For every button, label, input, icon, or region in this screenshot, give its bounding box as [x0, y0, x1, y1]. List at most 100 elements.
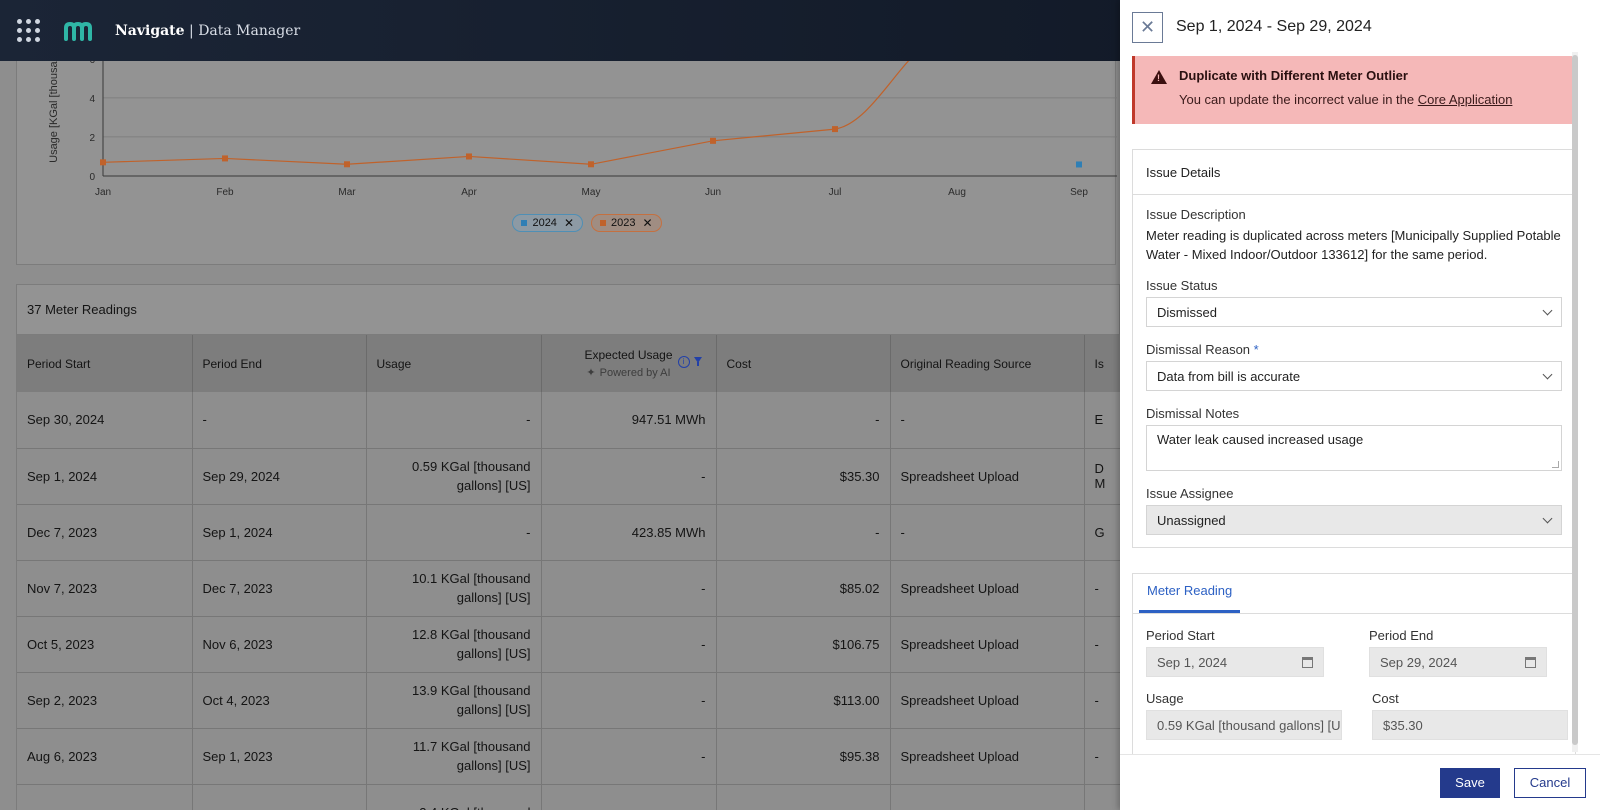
brand-logo[interactable] — [63, 19, 93, 43]
table-cell: - — [541, 448, 717, 505]
table-cell: - — [541, 560, 717, 617]
data-point-2023 — [222, 155, 228, 162]
close-icon: ✕ — [1139, 16, 1156, 37]
issue-assignee-select[interactable]: Unassigned — [1146, 505, 1562, 535]
issue-details-section: Issue Details Issue Description Meter re… — [1132, 149, 1576, 548]
issue-status-select[interactable]: Dismissed — [1146, 297, 1562, 327]
table-cell: Aug 6, 2023 — [17, 728, 193, 785]
app-launcher-icon[interactable] — [17, 18, 41, 43]
table-cell: Oct 5, 2023 — [17, 616, 193, 673]
table-row[interactable]: Aug 6, 2023 Sep 1, 2023 11.7 KGal [thousan… — [17, 728, 1120, 785]
drawer-scrollbar[interactable] — [1572, 52, 1578, 752]
column-header-5[interactable]: Original Reading Source — [890, 335, 1085, 392]
remove-series-icon[interactable]: ✕ — [642, 216, 652, 230]
table-cell: $106.75 — [716, 616, 891, 673]
column-header-3[interactable]: Expected Usage ✦ Powered by AI i — [541, 335, 717, 392]
legend-chip-2024[interactable]: 2024 ✕ — [512, 214, 583, 232]
calendar-icon[interactable] — [1525, 656, 1536, 668]
column-header-2[interactable]: Usage — [366, 335, 542, 392]
data-point-2023 — [100, 159, 106, 166]
filter-icon[interactable] — [693, 357, 702, 366]
core-application-link[interactable]: Core Application — [1418, 92, 1513, 107]
table-row[interactable]: Dec 7, 2023 Sep 1, 2024-423.85 MWh - - G — [17, 504, 1120, 561]
period-end-label: Period End — [1369, 628, 1434, 643]
column-header-4[interactable]: Cost — [716, 335, 891, 392]
table-cell: 2.4 KGal [thousand — [366, 784, 542, 810]
issue-description: Meter reading is duplicated across meter… — [1146, 228, 1561, 262]
issue-description-label: Issue Description — [1146, 207, 1246, 222]
table-row[interactable]: Sep 1, 2024 Sep 29, 2024 0.59 KGal [thousa… — [17, 448, 1120, 505]
table-cell: 12.8 KGal [thousand gallons] [US] — [366, 616, 542, 673]
cost-input[interactable]: $35.30 — [1372, 710, 1568, 740]
issue-assignee-label: Issue Assignee — [1146, 486, 1234, 501]
legend-chip-2023[interactable]: 2023 ✕ — [591, 214, 662, 232]
table-cell: E — [1084, 392, 1120, 449]
table-cell: 0.59 KGal [thousand gallons] [US] — [366, 448, 542, 505]
meter-readings-table-card: 37 Meter Readings Period Start Period End… — [16, 284, 1120, 810]
table-title: 37 Meter Readings — [17, 285, 1119, 335]
period-start-input[interactable]: Sep 1, 2024 — [1146, 647, 1324, 677]
table-row[interactable]: Nov 7, 2023 Dec 7, 2023 10.1 KGal [thousan… — [17, 560, 1120, 617]
x-tick-label: Jun — [705, 187, 721, 198]
x-tick-label: Mar — [338, 187, 356, 198]
close-drawer-button[interactable]: ✕ — [1132, 11, 1163, 43]
legend-label: 2023 — [611, 217, 636, 229]
table-cell — [890, 784, 1085, 810]
data-point-2023 — [344, 161, 350, 168]
table-cell: - — [890, 392, 1085, 449]
tab-meter-reading[interactable]: Meter Reading — [1139, 583, 1241, 613]
x-tick-label: Apr — [461, 187, 477, 198]
chevron-down-icon — [1542, 305, 1553, 315]
column-header-0[interactable]: Period Start — [17, 335, 193, 392]
table-cell: - — [541, 616, 717, 673]
cost-label: Cost — [1372, 691, 1399, 706]
calendar-icon[interactable] — [1302, 656, 1313, 668]
alert-text: You can update the incorrect value in th… — [1179, 92, 1513, 107]
period-start-label: Period Start — [1146, 628, 1215, 643]
table-row[interactable]: Sep 2, 2023 Oct 4, 2023 13.9 KGal [thousan… — [17, 672, 1120, 729]
column-header-6[interactable]: Is — [1084, 335, 1120, 392]
table-cell — [1084, 784, 1120, 810]
meter-readings-table: Period Start Period End Usage Expected Usag… — [17, 335, 1120, 810]
table-cell: Dec 7, 2023 — [17, 504, 193, 561]
y-tick-label: 6 — [89, 61, 95, 66]
save-button[interactable]: Save — [1440, 767, 1500, 798]
dismissal-notes-label: Dismissal Notes — [1146, 406, 1240, 421]
remove-series-icon[interactable]: ✕ — [564, 216, 574, 230]
outlier-alert: Duplicate with Different Meter Outlier Y… — [1132, 56, 1576, 124]
issue-drawer: ✕ Sep 1, 2024 - Sep 29, 2024 Duplicate w… — [1120, 0, 1600, 810]
usage-input[interactable]: 0.59 KGal [thousand gallons] [US] — [1146, 710, 1342, 740]
table-row[interactable]: Sep 30, 2024- -947.51 MWh - - E — [17, 392, 1120, 449]
table-cell: - — [541, 728, 717, 785]
table-cell: - — [716, 504, 891, 561]
table-row[interactable]: Oct 5, 2023 Nov 6, 2023 12.8 KGal [thousan… — [17, 616, 1120, 673]
table-cell: Sep 1, 2023 — [192, 728, 367, 785]
usage-label: Usage — [1146, 691, 1184, 706]
table-cell: $35.30 — [716, 448, 891, 505]
y-axis-label: Usage [KGal [thousand — [48, 61, 60, 163]
table-cell: - — [1084, 560, 1120, 617]
dismissal-reason-label: Dismissal Reason * — [1146, 342, 1259, 357]
data-point-2023 — [466, 153, 472, 160]
info-icon[interactable]: i — [677, 356, 690, 368]
period-end-input[interactable]: Sep 29, 2024 — [1369, 647, 1547, 677]
table-cell — [192, 784, 367, 810]
chart-legend: 2024 ✕ 2023 ✕ — [17, 214, 1117, 232]
table-cell: Sep 29, 2024 — [192, 448, 367, 505]
table-cell: Spreadsheet Upload — [890, 560, 1085, 617]
drawer-footer: Save Cancel — [1120, 754, 1600, 810]
table-cell: D M — [1084, 448, 1120, 505]
dismissal-reason-select[interactable]: Data from bill is accurate — [1146, 361, 1562, 391]
issue-details-heading: Issue Details — [1133, 150, 1575, 195]
table-cell: Sep 1, 2024 — [192, 504, 367, 561]
drawer-title: Sep 1, 2024 - Sep 29, 2024 — [1176, 18, 1372, 35]
table-cell: - — [192, 392, 367, 449]
column-header-1[interactable]: Period End — [192, 335, 367, 392]
meter-reading-section: Meter Reading Period Start Sep 1, 2024 P… — [1132, 573, 1576, 754]
table-row[interactable]: 2.4 KGal [thousand — [17, 784, 1120, 810]
cancel-button[interactable]: Cancel — [1514, 767, 1586, 798]
table-cell: G — [1084, 504, 1120, 561]
table-cell: - — [716, 392, 891, 449]
dismissal-notes-textarea[interactable]: Water leak caused increased usage — [1146, 425, 1562, 471]
x-tick-label: Jan — [95, 187, 111, 198]
